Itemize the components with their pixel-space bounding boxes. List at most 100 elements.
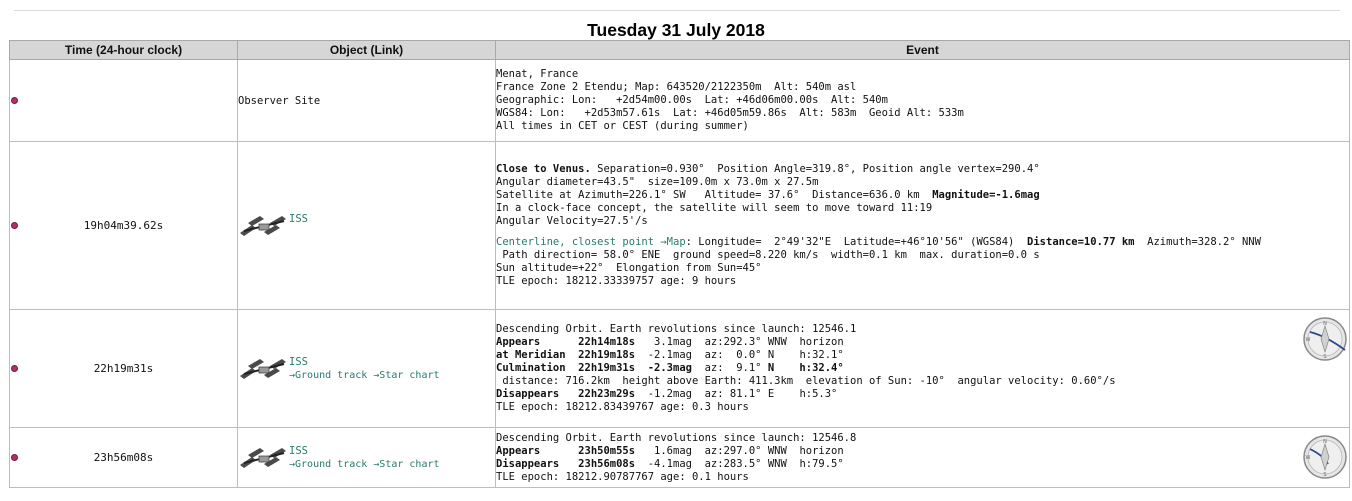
top-divider — [14, 10, 1340, 11]
event-marker-icon — [11, 453, 18, 461]
event-line: Menat, France — [496, 68, 1349, 81]
iss-satellite-icon[interactable] — [238, 445, 288, 471]
event-line: Disappears 23h56m08s -4.1mag az:283.5° W… — [496, 457, 1349, 471]
event-line: Centerline, closest point →Map: Longitud… — [497, 236, 1349, 249]
compass-sky-icon[interactable]: N W S — [1302, 316, 1348, 362]
event-text: Angular Velocity=27.5'/s — [496, 215, 648, 227]
event-line: All times in CET or CEST (during summer) — [496, 120, 1349, 133]
event-lines: Close to Venus. Separation=0.930° Positi… — [496, 163, 1349, 288]
event-text: Azimuth=328.2° NNW — [1134, 236, 1261, 248]
event-text: : Longitude= 2°49'32"E Latitude=+46°10'5… — [685, 236, 1028, 248]
event-text: Magnitude=-1.6mag — [932, 189, 1040, 201]
event-text: Close to Venus. — [496, 163, 591, 175]
header-row: Time (24-hour clock) Object (Link) Event — [9, 40, 1350, 60]
event-text: Menat, France — [496, 68, 579, 80]
event-text: TLE epoch: 18212.90787767 age: 0.1 hours — [496, 470, 749, 483]
time-cell — [9, 59, 238, 142]
event-text: Geographic: Lon: +2d54m00.00s Lat: +46d0… — [496, 94, 888, 106]
event-text: In a clock-face concept, the satellite w… — [496, 202, 933, 214]
svg-text:N: N — [1323, 321, 1327, 327]
event-text: 3.1mag az:292.3° WNW horizon — [635, 336, 844, 348]
object-cell: Observer Site — [237, 59, 496, 142]
event-text: Satellite at Azimuth=226.1° SW Altitude=… — [496, 189, 933, 201]
event-text: -2.1mag az: 0.0° N h:32.1° — [635, 349, 844, 361]
event-line: In a clock-face concept, the satellite w… — [496, 202, 1349, 215]
time-cell: 19h04m39.62s — [9, 141, 238, 310]
event-text: distance: 716.2km height above Earth: 41… — [496, 375, 1116, 387]
event-cell: Close to Venus. Separation=0.930° Positi… — [495, 141, 1350, 310]
svg-text:N: N — [1323, 439, 1327, 445]
event-line: France Zone 2 Etendu; Map: 643520/212235… — [496, 81, 1349, 94]
column-header-object: Object (Link) — [237, 40, 496, 60]
event-lines: Descending Orbit. Earth revolutions sinc… — [496, 431, 1349, 484]
svg-text:W: W — [1306, 455, 1311, 461]
iss-satellite-icon[interactable] — [238, 356, 288, 382]
centerline-map-link[interactable]: Centerline, closest point →Map — [497, 236, 686, 248]
event-text: 1.6mag az:297.0° WNW horizon — [635, 444, 844, 457]
day-title: Tuesday 31 July 2018 — [587, 20, 765, 40]
event-time: 22h19m31s — [93, 362, 154, 375]
event-line: Angular diameter=43.5" size=109.0m x 73.… — [496, 176, 1349, 189]
event-line: at Meridian 22h19m18s -2.1mag az: 0.0° N… — [496, 349, 1349, 362]
event-marker-icon — [11, 221, 18, 229]
object-cell: ISS →Ground track →Star chart — [237, 309, 496, 428]
event-text: WGS84: Lon: +2d53m57.61s Lat: +46d05m59.… — [496, 107, 964, 119]
event-text: Disappears 23h56m08s — [496, 457, 636, 470]
column-header-event: Event — [495, 40, 1350, 60]
event-line: Geographic: Lon: +2d54m00.00s Lat: +46d0… — [496, 94, 1349, 107]
event-text: at Meridian 22h19m18s — [496, 349, 636, 361]
event-text: az: 9.1° — [691, 362, 768, 374]
event-text: TLE epoch: 18212.33339757 age: 9 hours — [496, 275, 737, 287]
iss-satellite-icon[interactable] — [238, 213, 288, 239]
time-cell: 23h56m08s — [9, 427, 238, 488]
events-table: Time (24-hour clock) Object (Link) Event… — [9, 40, 1350, 488]
event-text: Descending Orbit. Earth revolutions sinc… — [496, 323, 857, 335]
event-text: France Zone 2 Etendu; Map: 643520/212235… — [496, 81, 857, 93]
event-line: Descending Orbit. Earth revolutions sinc… — [496, 431, 1349, 445]
event-cell: Descending Orbit. Earth revolutions sinc… — [495, 309, 1350, 428]
event-line: TLE epoch: 18212.83439767 age: 0.3 hours — [496, 401, 1349, 414]
event-line: Descending Orbit. Earth revolutions sinc… — [496, 323, 1349, 336]
event-cell: Descending Orbit. Earth revolutions sinc… — [495, 427, 1350, 488]
object-link-iss[interactable]: ISS — [289, 445, 440, 457]
event-cell: Menat, France France Zone 2 Etendu; Map: … — [495, 59, 1350, 142]
event-line: TLE epoch: 18212.90787767 age: 0.1 hours — [496, 470, 1349, 484]
object-cell: ISS →Ground track →Star chart — [237, 427, 496, 488]
event-text: Distance=10.77 km — [1027, 236, 1135, 248]
event-line: Disappears 22h23m29s -1.2mag az: 81.1° E… — [496, 388, 1349, 401]
object-link-iss[interactable]: ISS — [289, 213, 308, 225]
event-marker-icon — [11, 364, 18, 372]
event-text: Disappears 22h23m29s — [496, 388, 636, 400]
event-lines: Menat, France France Zone 2 Etendu; Map: … — [496, 68, 1349, 133]
ground-track-star-chart-links[interactable]: →Ground track →Star chart — [289, 459, 440, 470]
event-marker-icon — [11, 96, 18, 104]
event-text: Angular diameter=43.5" size=109.0m x 73.… — [496, 176, 819, 188]
event-line: Sun altitude=+22° Elongation from Sun=45… — [496, 262, 1349, 275]
event-text: Sun altitude=+22° Elongation from Sun=45… — [496, 262, 762, 274]
event-text: N h:32.4° — [767, 362, 844, 374]
event-text: All times in CET or CEST (during summer) — [496, 120, 749, 132]
compass-sky-icon[interactable]: N W S — [1302, 434, 1348, 480]
event-text: Descending Orbit. Earth revolutions sinc… — [496, 431, 857, 444]
event-line: WGS84: Lon: +2d53m57.61s Lat: +46d05m59.… — [496, 107, 1349, 120]
svg-text:S: S — [1323, 354, 1326, 360]
event-line: Angular Velocity=27.5'/s — [496, 215, 1349, 228]
object-link-iss[interactable]: ISS — [289, 356, 440, 368]
svg-text:S: S — [1323, 472, 1326, 478]
event-line — [497, 228, 1349, 236]
table-row: 23h56m08s ISS →Ground track →Star chart … — [9, 427, 1350, 488]
event-line: Satellite at Azimuth=226.1° SW Altitude=… — [496, 189, 1349, 202]
event-lines: Descending Orbit. Earth revolutions sinc… — [496, 323, 1349, 414]
event-line: Close to Venus. Separation=0.930° Positi… — [496, 163, 1349, 176]
event-text: Path direction= 58.0° ENE ground speed=8… — [496, 249, 1040, 261]
svg-text:W: W — [1306, 337, 1311, 343]
event-text: Separation=0.930° Position Angle=319.8°,… — [590, 163, 1040, 175]
event-text: TLE epoch: 18212.83439767 age: 0.3 hours — [496, 401, 749, 413]
time-cell: 22h19m31s — [9, 309, 238, 428]
event-line: Appears 23h50m55s 1.6mag az:297.0° WNW h… — [497, 444, 1349, 458]
event-time: 19h04m39.62s — [83, 219, 164, 232]
table-row: Observer Site Menat, France France Zone 2… — [9, 59, 1350, 142]
table-row: 19h04m39.62s ISS Close to Venus. Separat… — [9, 141, 1350, 310]
ground-track-star-chart-links[interactable]: →Ground track →Star chart — [289, 370, 440, 381]
event-line: TLE epoch: 18212.33339757 age: 9 hours — [496, 275, 1349, 288]
